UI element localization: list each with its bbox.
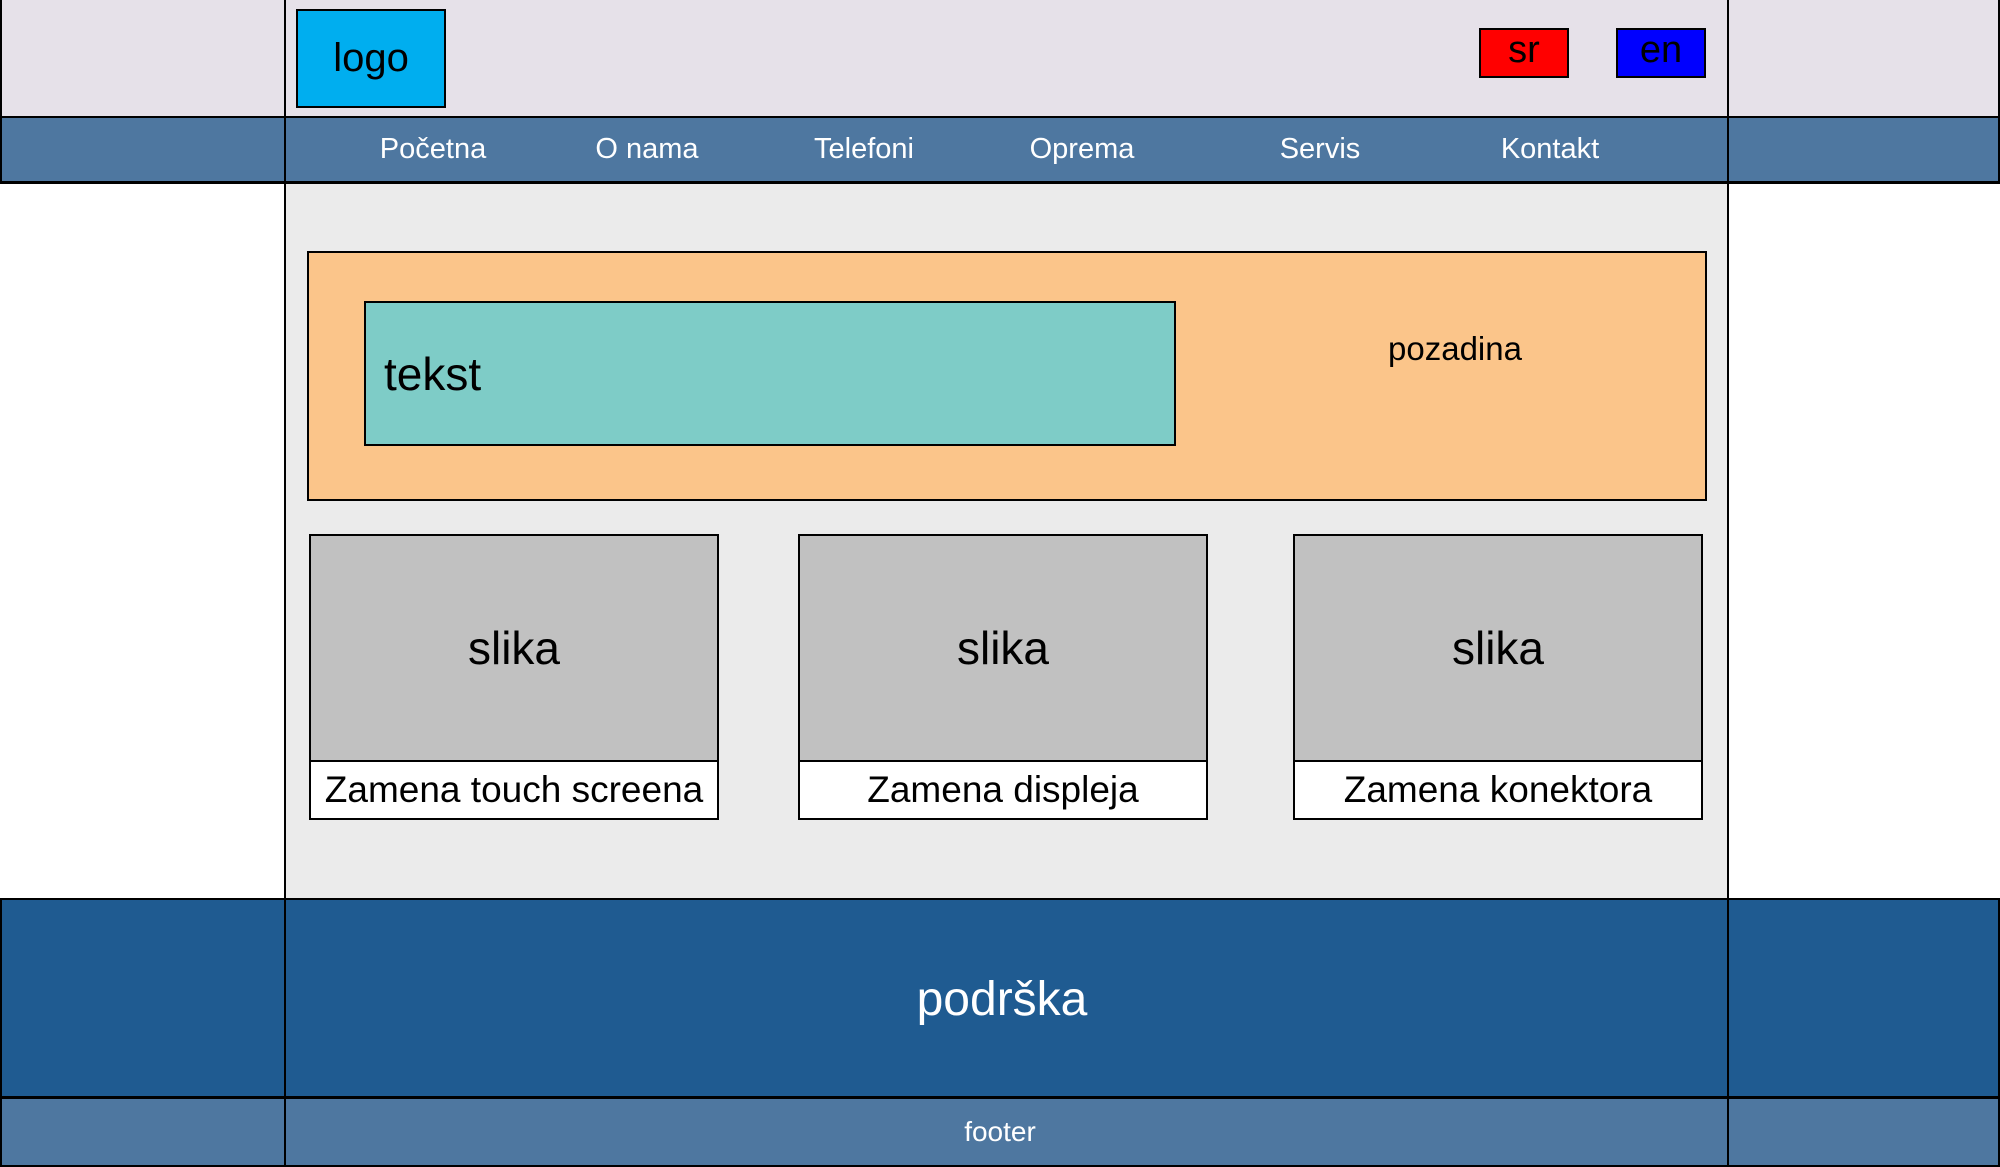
nav-item-pocetna[interactable]: Početna xyxy=(363,118,503,181)
card-image-label: slika xyxy=(1451,622,1545,674)
nav-left-divider xyxy=(284,118,286,181)
nav-right-divider xyxy=(1727,118,1729,181)
service-card-connector[interactable]: slika Zamena konektora xyxy=(1293,534,1703,820)
card-image-label: slika xyxy=(467,622,561,674)
card-image-placeholder[interactable]: slika xyxy=(309,534,719,762)
footer-label: footer xyxy=(964,1116,1036,1147)
logo[interactable]: logo xyxy=(296,9,446,108)
support-label: podrška xyxy=(916,972,1088,1026)
language-button-sr[interactable]: sr xyxy=(1479,28,1569,78)
nav-item-telefoni[interactable]: Telefoni xyxy=(794,118,934,181)
footer: footer xyxy=(0,1096,2000,1167)
service-card-display[interactable]: slika Zamena displeja xyxy=(798,534,1208,820)
card-image-placeholder[interactable]: slika xyxy=(798,534,1208,762)
header-right-divider xyxy=(1727,0,1729,116)
nav-item-servis[interactable]: Servis xyxy=(1250,118,1390,181)
main-nav: Početna O nama Telefoni Oprema Servis Ko… xyxy=(0,116,2000,184)
card-caption[interactable]: Zamena displeja xyxy=(798,760,1208,820)
service-card-touch-screen[interactable]: slika Zamena touch screena xyxy=(309,534,719,820)
nav-item-kontakt[interactable]: Kontakt xyxy=(1480,118,1620,181)
card-image-placeholder[interactable]: slika xyxy=(1293,534,1703,762)
support-section: podrška xyxy=(0,898,2000,1098)
card-caption[interactable]: Zamena konektora xyxy=(1293,760,1703,820)
header-left-divider xyxy=(284,0,286,116)
card-image-label: slika xyxy=(956,622,1050,674)
card-caption[interactable]: Zamena touch screena xyxy=(309,760,719,820)
nav-item-o-nama[interactable]: O nama xyxy=(577,118,717,181)
page: logo sr en Početna O nama Telefoni Oprem… xyxy=(0,0,2000,1167)
hero-text-label: tekst xyxy=(384,347,482,400)
hero-background-label: pozadina xyxy=(1388,330,1522,367)
hero-text-box: tekst xyxy=(364,301,1176,446)
language-button-en[interactable]: en xyxy=(1616,28,1706,78)
nav-item-oprema[interactable]: Oprema xyxy=(1012,118,1152,181)
